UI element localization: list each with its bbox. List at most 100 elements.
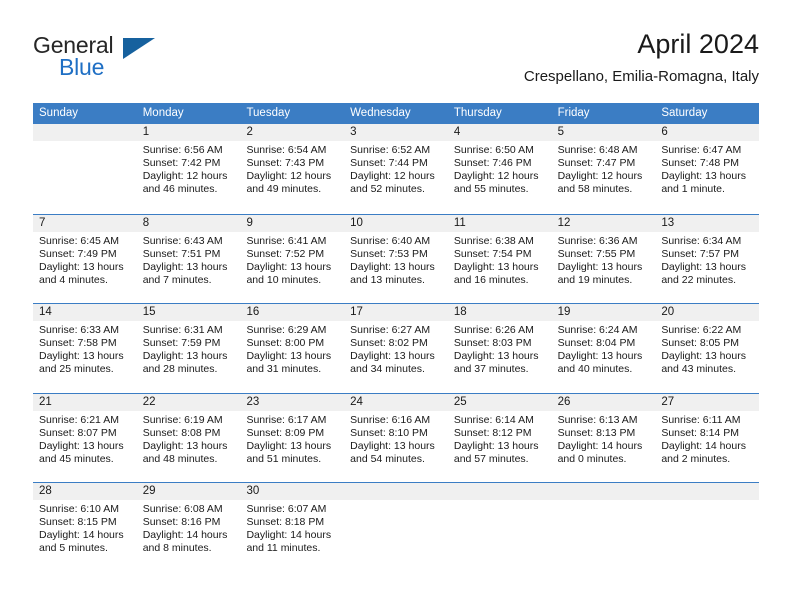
day-number: 27 [655,393,760,411]
weekday-header-thursday: Thursday [453,107,502,119]
day-cell-30[interactable]: 30 Sunrise: 6:07 AM Sunset: 8:18 PM Dayligh… [240,483,345,572]
daylight-text: Daylight: 13 hours and 10 minutes. [246,260,332,286]
daylight-text: Daylight: 13 hours and 7 minutes. [142,260,228,286]
sunset-text: Sunset: 7:51 PM [142,247,221,260]
day-number: 1 [136,124,241,141]
day-cell-14[interactable]: 14 Sunrise: 6:33 AM Sunset: 7:58 PM Dayligh… [33,304,137,393]
daylight-text: Daylight: 12 hours and 55 minutes. [453,170,539,196]
day-cell-23[interactable]: 23 Sunrise: 6:17 AM Sunset: 8:09 PM Dayligh… [240,393,345,483]
day-cell-18[interactable]: 18 Sunrise: 6:26 AM Sunset: 8:03 PM Dayligh… [447,304,552,393]
day-cell-9[interactable]: 9 Sunrise: 6:41 AM Sunset: 7:52 PM Daylight… [240,214,345,304]
day-number: 4 [447,124,552,141]
sunrise-text: Sunrise: 6:54 AM [246,144,327,156]
daylight-text: Daylight: 13 hours and 34 minutes. [350,350,435,376]
sunrise-text: Sunrise: 6:26 AM [453,324,534,336]
brand-logo[interactable]: General Blue [33,32,243,88]
day-cell-19[interactable]: 19 Sunrise: 6:24 AM Sunset: 8:04 PM Dayligh… [551,304,656,393]
day-cell-7[interactable]: 7 Sunrise: 6:45 AM Sunset: 7:49 PM Daylight… [33,214,137,304]
sunrise-text: Sunrise: 6:48 AM [557,144,638,156]
brand-name-blue: Blue [59,54,105,80]
daylight-text: Daylight: 14 hours and 8 minutes. [142,529,228,555]
day-cell-17[interactable]: 17 Sunrise: 6:27 AM Sunset: 8:02 PM Dayligh… [344,304,448,393]
day-number: 23 [240,393,345,411]
day-cell-empty [344,483,448,572]
day-cell-1[interactable]: 1 Sunrise: 6:56 AM Sunset: 7:42 PM Daylight… [136,124,241,214]
day-cell-28[interactable]: 28 Sunrise: 6:10 AM Sunset: 8:15 PM Dayligh… [33,483,137,572]
day-cell-11[interactable]: 11 Sunrise: 6:38 AM Sunset: 7:54 PM Dayligh… [447,214,552,304]
day-number: 28 [33,483,137,500]
sunset-text: Sunset: 7:52 PM [246,247,325,260]
sunset-text: Sunset: 8:07 PM [39,426,117,439]
day-cell-empty [447,483,552,572]
day-cell-3[interactable]: 3 Sunrise: 6:52 AM Sunset: 7:44 PM Daylight… [344,124,448,214]
day-sun-info: Sunrise: 6:14 AM Sunset: 8:12 PM Daylight:… [448,411,552,466]
daylight-text: Daylight: 12 hours and 58 minutes. [557,170,643,196]
sunset-text: Sunset: 7:43 PM [246,157,325,170]
day-number: 7 [33,214,137,232]
sunset-text: Sunset: 7:53 PM [350,247,428,260]
day-sun-info: Sunrise: 6:27 AM Sunset: 8:02 PM Daylight:… [344,321,448,376]
day-cell-21[interactable]: 21 Sunrise: 6:21 AM Sunset: 8:07 PM Dayligh… [33,393,137,483]
sunset-text: Sunset: 7:57 PM [661,247,739,260]
sunrise-text: Sunrise: 6:36 AM [557,234,638,247]
day-sun-info: Sunrise: 6:29 AM Sunset: 8:00 PM Daylight:… [240,321,344,376]
sunset-text: Sunset: 7:46 PM [453,157,532,170]
day-cell-22[interactable]: 22 Sunrise: 6:19 AM Sunset: 8:08 PM Dayligh… [136,393,241,483]
day-sun-info: Sunrise: 6:10 AM Sunset: 8:15 PM Daylight:… [33,500,137,555]
day-sun-info: Sunrise: 6:52 AM Sunset: 7:44 PM Daylight:… [344,141,448,196]
daylight-text: Daylight: 14 hours and 0 minutes. [557,439,643,465]
sunset-text: Sunset: 8:16 PM [142,516,221,529]
day-cell-13[interactable]: 13 Sunrise: 6:34 AM Sunset: 7:57 PM Dayligh… [655,214,760,304]
day-number: 3 [344,124,448,141]
day-cell-6[interactable]: 6 Sunrise: 6:47 AM Sunset: 7:48 PM Daylight… [655,124,760,214]
calendar-page: General Blue April 2024 Crespellano, Emi… [0,0,792,612]
sunset-text: Sunset: 8:13 PM [557,426,636,439]
day-cell-5[interactable]: 5 Sunrise: 6:48 AM Sunset: 7:47 PM Daylight… [551,124,656,214]
sunset-text: Sunset: 8:08 PM [142,426,221,439]
day-sun-info: Sunrise: 6:16 AM Sunset: 8:10 PM Daylight:… [344,411,448,466]
calendar-week-row: 21 Sunrise: 6:21 AM Sunset: 8:07 PM Dayligh… [33,392,760,483]
sunrise-text: Sunrise: 6:41 AM [246,234,327,247]
day-number: 12 [551,214,656,232]
daylight-text: Daylight: 14 hours and 2 minutes. [661,439,746,465]
sunset-text: Sunset: 8:04 PM [557,337,636,350]
day-cell-15[interactable]: 15 Sunrise: 6:31 AM Sunset: 7:59 PM Dayligh… [136,304,241,393]
day-sun-info: Sunrise: 6:41 AM Sunset: 7:52 PM Daylight:… [240,232,344,287]
daylight-text: Daylight: 14 hours and 5 minutes. [39,529,124,555]
sunrise-text: Sunrise: 6:50 AM [453,144,534,156]
sunset-text: Sunset: 8:00 PM [246,337,325,350]
weekday-header-monday: Monday [142,107,184,119]
weekday-header-sunday: Sunday [39,107,79,119]
title-block: April 2024 Crespellano, Emilia-Romagna, … [524,28,759,86]
day-cell-10[interactable]: 10 Sunrise: 6:40 AM Sunset: 7:53 PM Dayligh… [344,214,448,304]
day-number: 29 [136,483,241,500]
day-number: 10 [344,214,448,232]
daylight-text: Daylight: 13 hours and 51 minutes. [246,439,332,465]
day-number: 17 [344,304,448,321]
day-sun-info: Sunrise: 6:38 AM Sunset: 7:54 PM Daylight:… [448,232,552,287]
day-cell-29[interactable]: 29 Sunrise: 6:08 AM Sunset: 8:16 PM Dayligh… [136,483,241,572]
day-sun-info: Sunrise: 6:24 AM Sunset: 8:04 PM Daylight:… [552,321,656,376]
day-cell-24[interactable]: 24 Sunrise: 6:16 AM Sunset: 8:10 PM Dayligh… [344,393,448,483]
daylight-text: Daylight: 13 hours and 28 minutes. [142,350,228,376]
day-cell-12[interactable]: 12 Sunrise: 6:36 AM Sunset: 7:55 PM Dayligh… [551,214,656,304]
day-number: 16 [240,304,345,321]
day-sun-info: Sunrise: 6:47 AM Sunset: 7:48 PM Daylight:… [655,141,759,196]
weekday-header-tuesday: Tuesday [246,107,291,119]
day-number: 13 [655,214,760,232]
day-cell-16[interactable]: 16 Sunrise: 6:29 AM Sunset: 8:00 PM Dayligh… [240,304,345,393]
day-cell-25[interactable]: 25 Sunrise: 6:14 AM Sunset: 8:12 PM Dayligh… [447,393,552,483]
day-cell-empty [33,124,137,214]
day-cell-27[interactable]: 27 Sunrise: 6:11 AM Sunset: 8:14 PM Dayligh… [655,393,760,483]
day-cell-2[interactable]: 2 Sunrise: 6:54 AM Sunset: 7:43 PM Daylight… [240,124,345,214]
day-cell-8[interactable]: 8 Sunrise: 6:43 AM Sunset: 7:51 PM Daylight… [136,214,241,304]
day-cell-4[interactable]: 4 Sunrise: 6:50 AM Sunset: 7:46 PM Daylight… [447,124,552,214]
sunset-text: Sunset: 8:18 PM [246,516,325,529]
day-cell-26[interactable]: 26 Sunrise: 6:13 AM Sunset: 8:13 PM Dayligh… [551,393,656,483]
calendar-week-row: 14 Sunrise: 6:33 AM Sunset: 7:58 PM Dayligh… [33,303,760,393]
sunset-text: Sunset: 8:02 PM [350,337,428,350]
day-sun-info: Sunrise: 6:36 AM Sunset: 7:55 PM Daylight:… [552,232,656,287]
day-sun-info: Sunrise: 6:33 AM Sunset: 7:58 PM Daylight:… [33,321,137,376]
day-cell-20[interactable]: 20 Sunrise: 6:22 AM Sunset: 8:05 PM Dayligh… [655,304,760,393]
day-number: 22 [136,393,241,411]
